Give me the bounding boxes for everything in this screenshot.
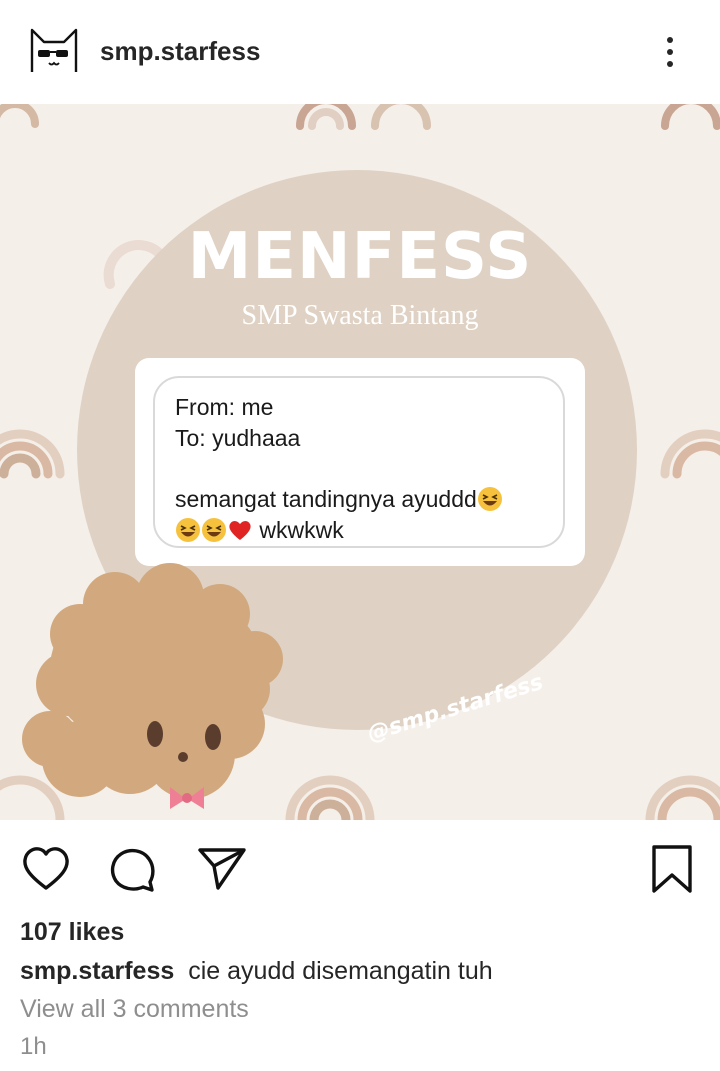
message-from: From: me bbox=[175, 394, 274, 420]
more-vertical-icon[interactable] bbox=[650, 30, 690, 74]
profile-avatar[interactable] bbox=[26, 24, 82, 80]
post-caption: smp.starfess cie ayudd disemangatin tuh bbox=[20, 957, 493, 986]
caption-text: cie ayudd disemangatin tuh bbox=[188, 957, 493, 985]
comment-icon[interactable] bbox=[106, 844, 158, 894]
caption-username[interactable]: smp.starfess bbox=[20, 957, 174, 985]
post-username[interactable]: smp.starfess bbox=[100, 36, 260, 67]
red-heart-emoji-icon bbox=[229, 521, 251, 540]
menfess-subtitle: SMP Swasta Bintang bbox=[241, 300, 479, 331]
post-header: smp.starfess bbox=[0, 0, 720, 104]
heart-icon[interactable] bbox=[20, 844, 72, 894]
grinning-squinting-emoji-icon bbox=[202, 518, 226, 542]
dog-illustration bbox=[22, 563, 283, 809]
cat-sunglasses-icon bbox=[30, 28, 78, 72]
bookmark-icon[interactable] bbox=[646, 844, 698, 894]
post-image[interactable]: MENFESS SMP Swasta Bintang From: me To: … bbox=[0, 104, 720, 820]
post-timestamp: 1h bbox=[20, 1033, 47, 1060]
message-line-1: semangat tandingnya ayuddd bbox=[175, 484, 563, 515]
post-actions bbox=[0, 820, 720, 916]
grinning-squinting-emoji-icon bbox=[176, 518, 200, 542]
message-to: To: yudhaaa bbox=[175, 425, 301, 451]
view-comments-link[interactable]: View all 3 comments bbox=[20, 995, 249, 1024]
message-box: From: me To: yudhaaa semangat tandingnya… bbox=[153, 376, 565, 548]
menfess-title: MENFESS bbox=[187, 220, 533, 294]
send-icon[interactable] bbox=[196, 844, 248, 894]
like-count[interactable]: 107 likes bbox=[20, 918, 124, 947]
grinning-squinting-emoji-icon bbox=[477, 487, 502, 511]
message-line-2: wkwkwk bbox=[175, 515, 563, 546]
